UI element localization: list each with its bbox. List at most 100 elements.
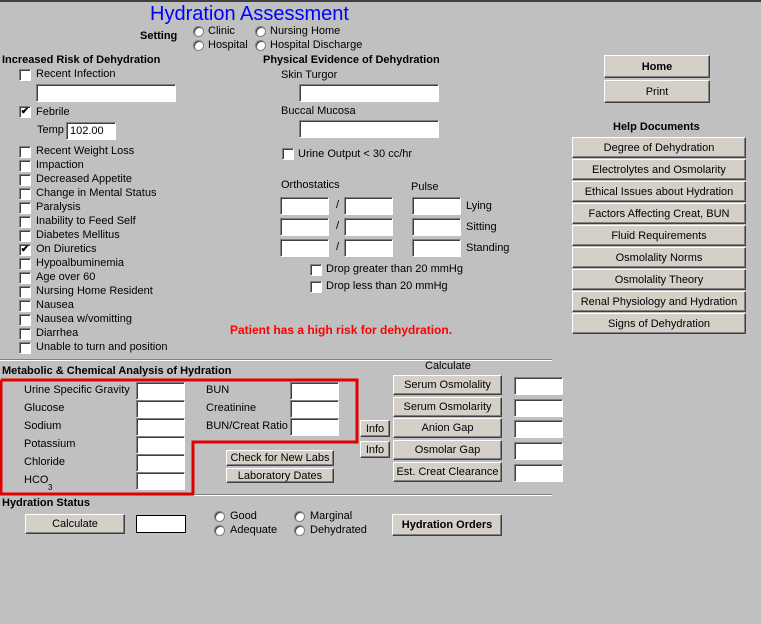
status-option-label: Marginal	[310, 510, 353, 522]
hco3-subscript: 3	[48, 483, 53, 492]
calc-result-input[interactable]	[514, 420, 563, 439]
osmolar-gap-info-button[interactable]: Info	[360, 441, 390, 458]
calc-button[interactable]: Serum Osmolality	[393, 375, 502, 395]
pulse-input[interactable]	[412, 197, 461, 215]
lab-input[interactable]	[136, 436, 185, 454]
status-radio[interactable]	[294, 511, 305, 522]
risk-label: Impaction	[36, 159, 84, 171]
status-radio[interactable]	[294, 525, 305, 536]
calc-result-input[interactable]	[514, 463, 563, 482]
lab-input[interactable]	[290, 418, 339, 436]
lab-label-hco3: HCO	[24, 474, 49, 486]
risk-checkbox[interactable]	[19, 216, 31, 228]
setting-radio[interactable]	[193, 26, 204, 37]
slash-label: /	[336, 199, 340, 211]
risk-checkbox[interactable]	[19, 258, 31, 270]
status-option-label: Adequate	[230, 524, 278, 536]
calc-button[interactable]: Serum Osmolarity	[393, 396, 502, 417]
diastolic-input[interactable]	[344, 218, 393, 236]
calc-button[interactable]: Anion Gap	[393, 418, 502, 439]
help-doc-button[interactable]: Osmolality Theory	[572, 269, 746, 290]
calc-result-input[interactable]	[514, 398, 563, 417]
help-doc-button[interactable]: Electrolytes and Osmolarity	[572, 159, 746, 180]
hydration-orders-button[interactable]: Hydration Orders	[392, 514, 502, 536]
diastolic-input[interactable]	[344, 197, 393, 215]
lab-label: BUN	[206, 384, 230, 396]
lab-input[interactable]	[136, 454, 185, 472]
risk-label: Nursing Home Resident	[36, 285, 153, 297]
risk-label: On Diuretics	[36, 243, 97, 255]
risk-checkbox[interactable]	[19, 300, 31, 312]
setting-radio[interactable]	[255, 26, 266, 37]
risk-checkbox[interactable]	[19, 230, 31, 242]
risk-checkbox[interactable]	[19, 342, 31, 354]
slash-label: /	[336, 241, 340, 253]
diastolic-input[interactable]	[344, 239, 393, 257]
setting-radio[interactable]	[255, 40, 266, 51]
help-doc-button[interactable]: Renal Physiology and Hydration	[572, 291, 746, 312]
hydration-assessment-window: Hydration Assessment Setting Increased R…	[0, 0, 761, 624]
calc-result-input[interactable]	[514, 377, 563, 395]
systolic-input[interactable]	[280, 218, 329, 236]
lab-input[interactable]	[290, 400, 339, 418]
systolic-input[interactable]	[280, 197, 329, 215]
lab-label: Chloride	[24, 456, 65, 468]
calc-button[interactable]: Est. Creat Clearance	[393, 461, 502, 482]
anion-gap-info-button[interactable]: Info	[360, 420, 390, 437]
lab-input[interactable]	[136, 400, 185, 418]
status-result-input[interactable]	[136, 515, 186, 533]
help-doc-button[interactable]: Ethical Issues about Hydration	[572, 181, 746, 202]
help-doc-button[interactable]: Signs of Dehydration	[572, 313, 746, 334]
risk-label: Nausea	[36, 299, 74, 311]
lab-label: Creatinine	[206, 402, 257, 414]
risk-checkbox[interactable]	[19, 202, 31, 214]
help-doc-button[interactable]: Fluid Requirements	[572, 225, 746, 246]
status-option-label: Good	[230, 510, 257, 522]
risk-checkbox[interactable]	[19, 146, 31, 158]
risk-label: Recent Weight Loss	[36, 145, 135, 157]
risk-checkbox[interactable]	[19, 174, 31, 186]
risk-checkbox[interactable]: ✔	[19, 244, 31, 256]
lab-input[interactable]	[136, 472, 185, 490]
risk-checkbox[interactable]	[19, 328, 31, 340]
risk-checkbox[interactable]	[19, 160, 31, 172]
position-label: Lying	[466, 200, 492, 212]
lab-label: BUN/Creat Ratio	[206, 420, 288, 432]
pulse-input[interactable]	[412, 218, 461, 236]
lab-input[interactable]	[136, 382, 185, 400]
pulse-input[interactable]	[412, 239, 461, 257]
status-radio[interactable]	[214, 525, 225, 536]
risk-label: Hypoalbuminemia	[36, 257, 125, 269]
status-option-label: Dehydrated	[310, 524, 367, 536]
status-calculate-button[interactable]: Calculate	[25, 514, 125, 534]
help-doc-button[interactable]: Degree of Dehydration	[572, 137, 746, 158]
setting-option-label: Hospital	[208, 39, 248, 51]
risk-label: Age over 60	[36, 271, 96, 283]
status-heading: Hydration Status	[2, 497, 91, 509]
setting-option-label: Hospital Discharge	[270, 39, 363, 51]
risk-label: Unable to turn and position	[36, 341, 168, 353]
status-radio[interactable]	[214, 511, 225, 522]
lab-input[interactable]	[290, 382, 339, 400]
help-doc-button[interactable]: Factors Affecting Creat, BUN	[572, 203, 746, 224]
calc-button[interactable]: Osmolar Gap	[393, 440, 502, 461]
risk-label: Diabetes Mellitus	[36, 229, 120, 241]
risk-checkbox[interactable]	[19, 188, 31, 200]
section-divider-2	[194, 494, 552, 496]
risk-label: Change in Mental Status	[36, 187, 157, 199]
position-label: Standing	[466, 242, 510, 254]
setting-radio[interactable]	[193, 40, 204, 51]
risk-checkbox[interactable]	[19, 286, 31, 298]
check-new-labs-button[interactable]: Check for New Labs	[226, 450, 334, 466]
setting-option-label: Clinic	[208, 25, 235, 37]
help-doc-button[interactable]: Osmolality Norms	[572, 247, 746, 268]
lab-label: Glucose	[24, 402, 65, 414]
risk-label: Decreased Appetite	[36, 173, 133, 185]
risk-checkbox[interactable]	[19, 314, 31, 326]
lab-input[interactable]	[136, 418, 185, 436]
systolic-input[interactable]	[280, 239, 329, 257]
risk-checkbox[interactable]	[19, 272, 31, 284]
calc-result-input[interactable]	[514, 442, 563, 461]
lab-label: Sodium	[24, 420, 62, 432]
laboratory-dates-button[interactable]: Laboratory Dates	[226, 468, 334, 483]
